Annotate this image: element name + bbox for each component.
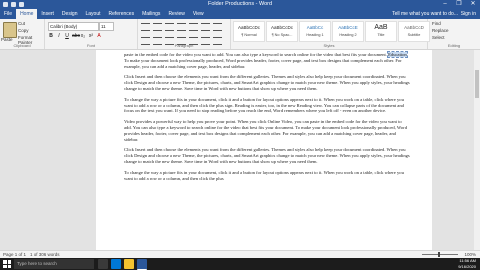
subscript-button[interactable]: x₂ [80, 33, 86, 39]
style-heading-2[interactable]: AaBbCcE Heading 2 [332, 21, 364, 42]
redo-icon[interactable] [19, 2, 24, 7]
increase-indent-icon[interactable] [189, 23, 198, 31]
tab-file[interactable]: File [0, 9, 17, 19]
style-preview: AaBbCcDc [237, 25, 260, 30]
paragraph: Click Insert and then choose the element… [124, 147, 410, 164]
style-name: Subtitle [407, 33, 421, 37]
numbering-icon[interactable] [153, 23, 162, 31]
font-group-label: Font [86, 43, 95, 48]
save-icon[interactable] [3, 2, 8, 7]
paragraph: paste in the embed code for the video yo… [124, 51, 410, 69]
paragraph-text: To make your document look professionall… [124, 57, 402, 69]
paragraph-group: Paragraph [138, 19, 231, 49]
paragraph-group-label: Paragraph [174, 43, 194, 48]
paste-icon[interactable] [3, 22, 17, 38]
tab-layout[interactable]: Layout [82, 9, 105, 19]
zoom-slider[interactable] [422, 254, 458, 255]
copy-button[interactable]: Copy [18, 28, 29, 33]
replace-button[interactable]: Replace [432, 28, 449, 33]
find-button[interactable]: Find [432, 21, 441, 26]
paragraph-text: paste in the embed code for the video yo… [124, 52, 387, 57]
document-canvas: paste in the embed code for the video yo… [0, 50, 480, 250]
styles-group-label: Styles [323, 43, 335, 48]
editing-group-label: Editing [447, 43, 461, 48]
clock-date: 9/16/2020 [458, 264, 476, 269]
tab-insert[interactable]: Insert [37, 9, 58, 19]
tab-view[interactable]: View [189, 9, 208, 19]
font-group: Calibri (Body) 11 B I U abc x₂ x² A Font [45, 19, 138, 49]
word-app-icon[interactable] [137, 259, 147, 270]
style-name: Heading 2 [339, 33, 357, 37]
zoom-slider-thumb[interactable] [438, 252, 440, 257]
styles-group: AaBbCcDc ¶ Normal AaBbCcDc ¶ No Spac... Aa… [231, 19, 430, 49]
scroll-thumb[interactable] [475, 70, 479, 98]
maximize-button[interactable]: ❐ [452, 0, 466, 9]
paragraph: To change the way a picture fits in your… [124, 169, 404, 181]
tab-design[interactable]: Design [58, 9, 82, 19]
style-name: ¶ Normal [241, 33, 257, 37]
style-subtitle[interactable]: AaBbCcD Subtitle [398, 21, 430, 42]
system-tray[interactable]: 11:56 AM 9/16/2020 [458, 258, 476, 270]
style-preview: AaBbCc [306, 25, 324, 30]
sign-in-link[interactable]: Sign in [461, 9, 476, 19]
paragraph: Video provides a powerful way to help yo… [124, 119, 407, 142]
tab-home[interactable]: Home [16, 9, 38, 19]
task-view-icon[interactable] [98, 259, 108, 269]
clipboard-group: Paste Cut Copy Format Painter Clipboard [0, 19, 45, 49]
cut-button[interactable]: Cut [18, 21, 25, 26]
decrease-indent-icon[interactable] [177, 23, 186, 31]
style-gallery: AaBbCcDc ¶ Normal AaBbCcDc ¶ No Spac... Aa… [233, 21, 430, 42]
strikethrough-button[interactable]: abc [72, 33, 80, 39]
paragraph: Click Insert and then choose the element… [124, 74, 410, 91]
paragraph: To change the way a picture fits in your… [124, 96, 404, 114]
tell-me-box[interactable]: Tell me what you want to do... [392, 9, 458, 19]
multilevel-list-icon[interactable] [165, 23, 174, 31]
style-name: Heading 1 [306, 33, 324, 37]
style-no-spacing[interactable]: AaBbCcDc ¶ No Spac... [266, 21, 298, 42]
tab-mailings[interactable]: Mailings [138, 9, 164, 19]
style-preview: AaBbCcE [338, 25, 358, 30]
tab-references[interactable]: References [105, 9, 139, 19]
quick-access-toolbar [3, 0, 24, 9]
style-name: ¶ No Spac... [271, 33, 293, 37]
window-title: Folder Productions - Word [207, 1, 273, 7]
taskbar-search-input[interactable]: Type here to search [14, 259, 94, 269]
document-body[interactable]: paste in the embed code for the video yo… [124, 51, 410, 186]
paste-button[interactable]: Paste [1, 37, 13, 42]
font-size-select[interactable]: 11 [99, 22, 114, 31]
title-bar: Folder Productions - Word – ❐ ✕ [0, 0, 480, 9]
document-page[interactable]: paste in the embed code for the video yo… [96, 50, 432, 250]
font-color-button[interactable]: A [96, 33, 102, 39]
close-button[interactable]: ✕ [466, 0, 480, 9]
show-marks-icon[interactable] [213, 23, 222, 31]
file-explorer-icon[interactable] [124, 259, 134, 269]
superscript-button[interactable]: x² [88, 33, 94, 39]
style-heading-1[interactable]: AaBbCc Heading 1 [299, 21, 331, 42]
font-name-select[interactable]: Calibri (Body) [48, 22, 99, 31]
style-title[interactable]: AaB Title [365, 21, 397, 42]
ribbon-home: Paste Cut Copy Format Painter Clipboard … [0, 19, 480, 50]
select-button[interactable]: Select [432, 35, 445, 40]
style-preview: AaBbCcD [404, 25, 424, 30]
tab-review[interactable]: Review [164, 9, 188, 19]
vertical-scrollbar[interactable] [474, 50, 480, 250]
bold-button[interactable]: B [48, 33, 54, 39]
edge-icon[interactable] [111, 259, 121, 269]
sort-icon[interactable] [201, 23, 210, 31]
undo-icon[interactable] [11, 2, 16, 7]
minimize-button[interactable]: – [438, 0, 452, 9]
underline-button[interactable]: U [64, 33, 70, 39]
windows-start-icon[interactable] [3, 260, 11, 268]
selected-text[interactable]: Education [387, 51, 408, 58]
style-normal[interactable]: AaBbCcDc ¶ Normal [233, 21, 265, 42]
bullets-icon[interactable] [141, 23, 150, 31]
editing-group: Find Replace Select Editing [428, 19, 480, 49]
clipboard-group-label: Clipboard [13, 43, 31, 48]
style-preview: AaB [374, 24, 388, 31]
italic-button[interactable]: I [56, 33, 62, 39]
style-name: Title [377, 33, 385, 37]
taskbar: Type here to search 11:56 AM 9/16/2020 [0, 258, 480, 270]
style-preview: AaBbCcDc [270, 25, 293, 30]
